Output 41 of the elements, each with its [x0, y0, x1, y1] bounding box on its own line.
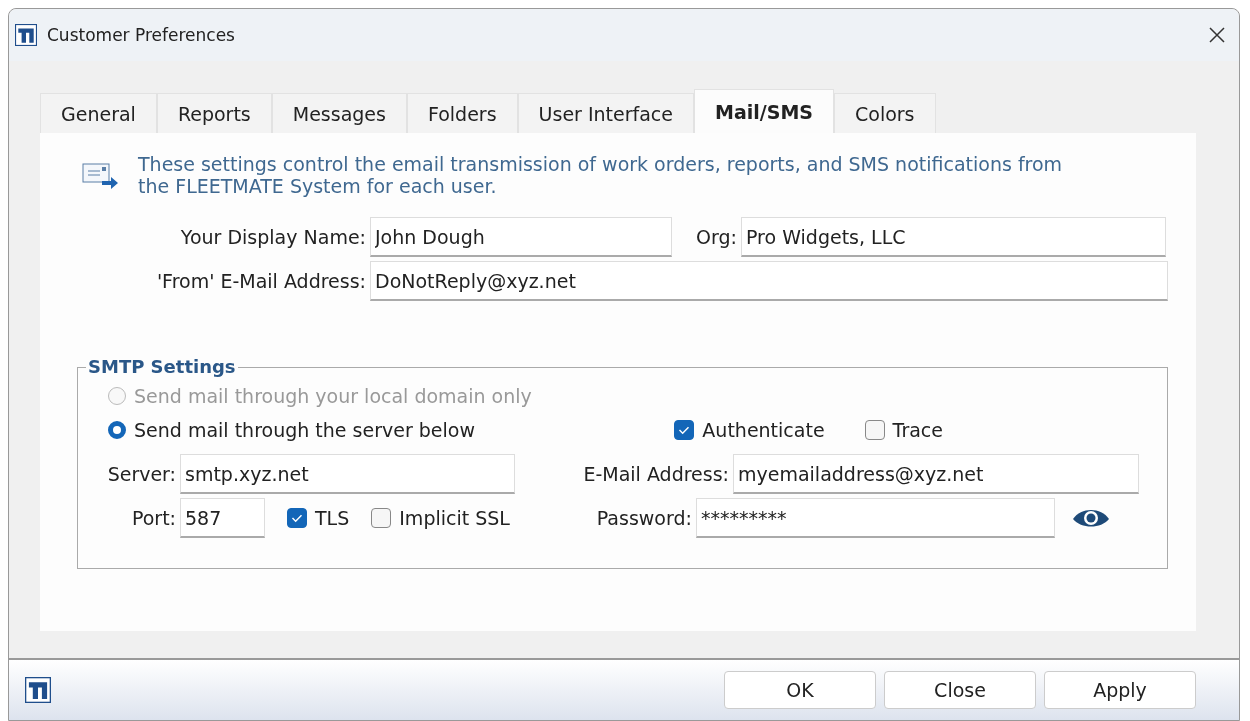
tab[interactable]: Messages — [271, 93, 407, 133]
checkbox-icon[interactable] — [287, 508, 307, 528]
checkbox-option[interactable]: Authenticate — [674, 419, 825, 441]
tab[interactable]: General — [40, 93, 157, 133]
app-logo-icon — [25, 677, 51, 703]
dialog-button[interactable]: OK — [724, 671, 876, 709]
radio-option[interactable]: Send mail through the server below — [108, 419, 475, 441]
tab[interactable]: Mail/SMS — [694, 89, 834, 133]
text-field[interactable]: myemailaddress@xyz.net — [733, 454, 1139, 494]
radio-icon[interactable] — [108, 421, 126, 439]
field-label: Port: — [130, 507, 176, 529]
checkbox-option[interactable]: Implicit SSL — [371, 507, 510, 529]
dialog-button[interactable]: Close — [884, 671, 1036, 709]
checkbox-icon[interactable] — [371, 508, 392, 528]
text-field[interactable]: DoNotReply@xyz.net — [370, 261, 1168, 301]
password-field[interactable]: ********* — [695, 498, 1055, 538]
eye-icon[interactable] — [1070, 507, 1111, 529]
checkbox-icon[interactable] — [674, 420, 695, 440]
app-logo-icon — [15, 24, 37, 46]
envelope-arrow-icon — [82, 161, 118, 189]
field-label: Your Display Name: — [179, 226, 366, 248]
tab[interactable]: Reports — [156, 93, 272, 133]
text-field[interactable]: 587 — [180, 498, 265, 538]
group-title: SMTP Settings — [86, 356, 238, 377]
text-field[interactable]: Pro Widgets, LLC — [741, 217, 1166, 257]
field-label: Org: — [695, 226, 737, 248]
close-icon[interactable] — [1209, 27, 1225, 43]
field-label: 'From' E-Mail Address: — [155, 270, 366, 292]
checkbox-option[interactable]: TLS — [287, 507, 350, 529]
tab[interactable]: Colors — [834, 93, 936, 133]
checkbox-option[interactable]: Trace — [864, 419, 943, 441]
field-label: E-Mail Address: — [582, 463, 729, 485]
field-label: Password: — [595, 507, 692, 529]
dialog-button[interactable]: Apply — [1044, 671, 1196, 709]
intro-text: These settings control the email transmission of work orders, reports, and SMS notifications from the FLEETMATE System for each user. — [138, 153, 1063, 197]
checkbox-icon[interactable] — [864, 420, 885, 440]
field-label: Server: — [106, 463, 176, 485]
window-title: Customer Preferences — [47, 25, 236, 45]
tab[interactable]: Folders — [406, 93, 518, 133]
text-field[interactable]: smtp.xyz.net — [180, 454, 515, 494]
tab[interactable]: User Interface — [517, 93, 694, 133]
